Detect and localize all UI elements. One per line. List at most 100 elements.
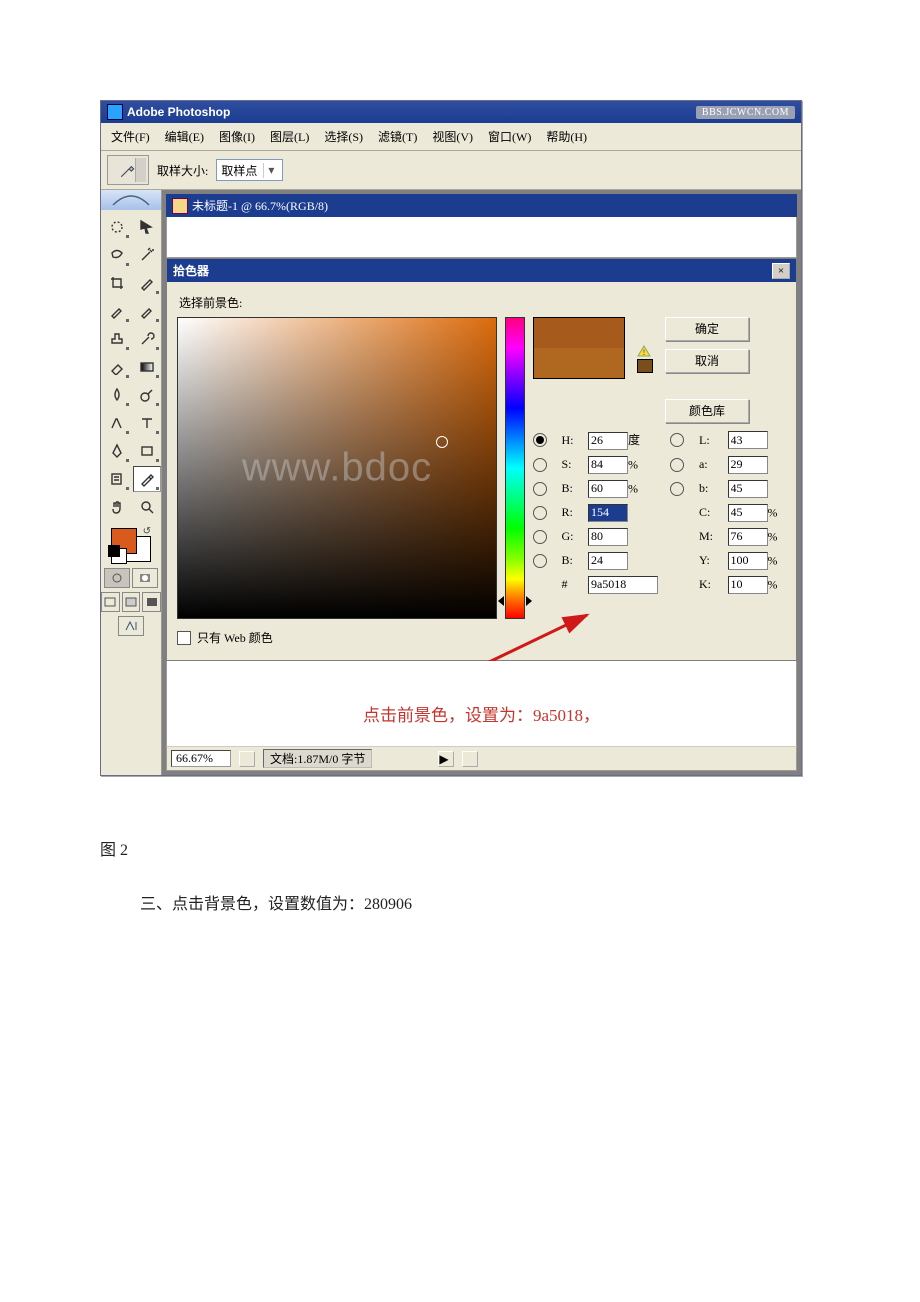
app-title: Adobe Photoshop: [127, 105, 230, 119]
tool-shape[interactable]: [133, 438, 161, 464]
jump-imageready[interactable]: [118, 616, 144, 636]
tool-gradient[interactable]: [133, 354, 161, 380]
tool-stamp[interactable]: [103, 326, 131, 352]
input-a[interactable]: [728, 456, 768, 474]
screen-standard-icon: [103, 596, 117, 608]
hue-slider[interactable]: [505, 317, 525, 619]
gamut-swatch[interactable]: [637, 359, 653, 373]
menu-file[interactable]: 文件(F): [105, 126, 156, 147]
label-y: Y:: [697, 553, 724, 568]
tool-type[interactable]: [133, 410, 161, 436]
input-r[interactable]: [588, 504, 628, 522]
cancel-button[interactable]: 取消: [665, 349, 749, 373]
input-h[interactable]: [588, 432, 628, 450]
input-b[interactable]: [728, 480, 768, 498]
color-library-button[interactable]: 颜色库: [665, 399, 749, 423]
sample-size-value: 取样点: [221, 162, 257, 179]
document-area: 未标题-1 @ 66.7%(RGB/8) 拾色器 × 选择前景色:: [162, 190, 801, 775]
tool-hand[interactable]: [103, 494, 131, 520]
quickmask-mode[interactable]: [132, 568, 158, 588]
label-k: K:: [697, 577, 724, 592]
tool-marquee[interactable]: [103, 214, 131, 240]
input-g[interactable]: [588, 528, 628, 546]
tool-lasso[interactable]: [103, 242, 131, 268]
marquee-icon: [109, 219, 125, 235]
sample-size-label: 取样大小:: [157, 162, 208, 179]
tool-slice[interactable]: [133, 270, 161, 296]
menu-select[interactable]: 选择(S): [318, 126, 369, 147]
tool-zoom[interactable]: [133, 494, 161, 520]
options-bar: 取样大小: 取样点 ▾: [101, 151, 801, 190]
screen-mode-row: [101, 592, 161, 612]
radio-s[interactable]: [533, 458, 547, 472]
menu-filter[interactable]: 滤镜(T): [372, 126, 423, 147]
menu-help[interactable]: 帮助(H): [540, 126, 593, 147]
input-s[interactable]: [588, 456, 628, 474]
menu-layer[interactable]: 图层(L): [264, 126, 315, 147]
menu-image[interactable]: 图像(I): [213, 126, 261, 147]
color-fields: H: 度 L: S: % a:: [533, 431, 786, 594]
label-hex: #: [559, 577, 584, 592]
close-button[interactable]: ×: [772, 263, 790, 279]
radio-r[interactable]: [533, 506, 547, 520]
gamut-warning-icon[interactable]: !: [637, 345, 651, 357]
color-field[interactable]: www.bdoc: [177, 317, 497, 619]
radio-h[interactable]: [533, 433, 547, 447]
radio-bb[interactable]: [533, 554, 547, 568]
tool-notes[interactable]: [103, 466, 131, 492]
tool-move[interactable]: [133, 214, 161, 240]
toolbox-header-icon: [101, 190, 161, 210]
blur-icon: [109, 387, 125, 403]
radio-bv[interactable]: [533, 482, 547, 496]
current-tool-preset[interactable]: [107, 155, 149, 185]
tool-history-brush[interactable]: [133, 326, 161, 352]
tool-blur[interactable]: [103, 382, 131, 408]
tool-path[interactable]: [103, 410, 131, 436]
status-play-icon[interactable]: ▶: [438, 751, 454, 767]
hue-handle-right-icon: [526, 596, 532, 606]
label-b: b:: [697, 481, 724, 496]
status-preview-icon[interactable]: [239, 751, 255, 767]
radio-g[interactable]: [533, 530, 547, 544]
input-c[interactable]: [728, 504, 768, 522]
screen-standard[interactable]: [101, 592, 120, 612]
ok-button[interactable]: 确定: [665, 317, 749, 341]
input-y[interactable]: [728, 552, 768, 570]
preview-new-color: [534, 318, 624, 348]
default-colors-icon[interactable]: [111, 548, 127, 564]
input-bv[interactable]: [588, 480, 628, 498]
screen-menubar[interactable]: [122, 592, 141, 612]
tool-wand[interactable]: [133, 242, 161, 268]
tool-healing[interactable]: [103, 298, 131, 324]
menu-view[interactable]: 视图(V): [426, 126, 479, 147]
radio-l[interactable]: [670, 433, 684, 447]
tool-pen[interactable]: [103, 438, 131, 464]
input-bb[interactable]: [588, 552, 628, 570]
color-swatches[interactable]: ↺: [111, 528, 151, 562]
radio-a[interactable]: [670, 458, 684, 472]
screen-full[interactable]: [142, 592, 161, 612]
input-hex[interactable]: [588, 576, 658, 594]
type-icon: [139, 415, 155, 431]
radio-b[interactable]: [670, 482, 684, 496]
web-colors-checkbox[interactable]: [177, 631, 191, 645]
sample-size-select[interactable]: 取样点 ▾: [216, 159, 283, 181]
tool-crop[interactable]: [103, 270, 131, 296]
tool-dodge[interactable]: [133, 382, 161, 408]
quickmask-icon: [138, 572, 152, 584]
preview-current-color[interactable]: [534, 348, 624, 378]
input-m[interactable]: [728, 528, 768, 546]
tool-eyedropper[interactable]: [133, 466, 161, 492]
status-scroll-icon[interactable]: [462, 751, 478, 767]
input-l[interactable]: [728, 431, 768, 449]
menu-edit[interactable]: 编辑(E): [159, 126, 210, 147]
screen-menubar-icon: [124, 596, 138, 608]
input-k[interactable]: [728, 576, 768, 594]
tool-brush[interactable]: [133, 298, 161, 324]
menu-window[interactable]: 窗口(W): [482, 126, 537, 147]
color-picker-dialog: 拾色器 × 选择前景色: www.bdoc: [166, 258, 797, 661]
hue-handle-left-icon: [498, 596, 504, 606]
tool-eraser[interactable]: [103, 354, 131, 380]
standard-mode[interactable]: [104, 568, 130, 588]
status-zoom[interactable]: 66.67%: [171, 750, 231, 767]
